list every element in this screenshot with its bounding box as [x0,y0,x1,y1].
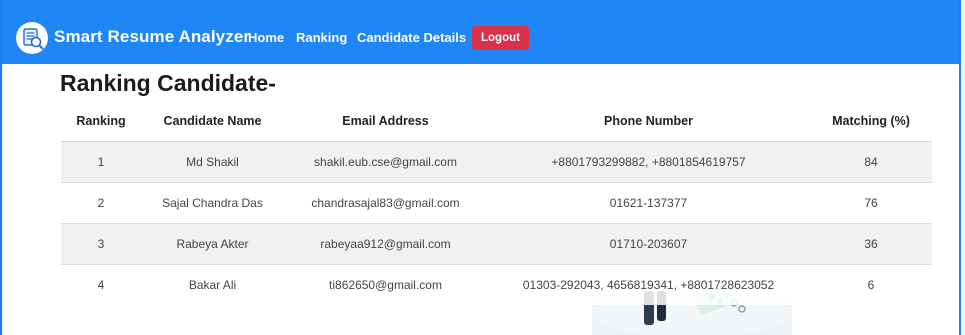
cell-candidate-name: Rabeya Akter [141,223,284,265]
navbar: Smart Resume Analyzer Home Ranking Candi… [2,0,959,64]
nav-candidate-details-link[interactable]: Candidate Details [357,30,466,45]
nav-ranking-link[interactable]: Ranking [296,30,347,45]
cell-email: ti862650@gmail.com [284,264,487,305]
logout-button[interactable]: Logout [472,26,529,50]
table-row: 1 Md Shakil shakil.eub.cse@gmail.com +88… [61,141,932,183]
cell-matching: 6 [810,264,932,305]
nav-home-link[interactable]: Home [248,30,284,45]
cell-matching: 84 [810,141,932,183]
cell-candidate-name: Md Shakil [141,141,284,183]
table-row: 3 Rabeya Akter rabeyaa912@gmail.com 0171… [61,223,932,265]
header-candidate-name: Candidate Name [141,101,284,142]
page-title: Ranking Candidate- [60,70,276,96]
resume-search-icon[interactable] [16,22,48,54]
app-window: Smart Resume Analyzer Home Ranking Candi… [0,0,961,335]
cell-phone: 01303-292043, 4656819341, +8801728623052 [487,264,810,305]
cell-phone: 01621-137377 [487,182,810,224]
cell-phone: +8801793299882, +8801854619757 [487,141,810,183]
cell-matching: 76 [810,182,932,224]
cell-ranking: 1 [61,141,141,183]
cell-candidate-name: Sajal Chandra Das [141,182,284,224]
ranking-table: Ranking Candidate Name Email Address Pho… [61,101,932,305]
cell-email: shakil.eub.cse@gmail.com [284,141,487,183]
cell-ranking: 2 [61,182,141,224]
cell-candidate-name: Bakar Ali [141,264,284,305]
header-email-address: Email Address [284,101,487,142]
table-row: 4 Bakar Ali ti862650@gmail.com 01303-292… [61,264,932,305]
cell-matching: 36 [810,223,932,265]
cell-phone: 01710-203607 [487,223,810,265]
cell-ranking: 4 [61,264,141,305]
cell-email: rabeyaa912@gmail.com [284,223,487,265]
table-header-row: Ranking Candidate Name Email Address Pho… [61,101,932,142]
table-row: 2 Sajal Chandra Das chandrasajal83@gmail… [61,182,932,224]
header-phone-number: Phone Number [487,101,810,142]
cell-ranking: 3 [61,223,141,265]
header-ranking: Ranking [61,101,141,142]
cell-email: chandrasajal83@gmail.com [284,182,487,224]
brand-title[interactable]: Smart Resume Analyzer [54,27,250,47]
header-matching: Matching (%) [810,101,932,142]
